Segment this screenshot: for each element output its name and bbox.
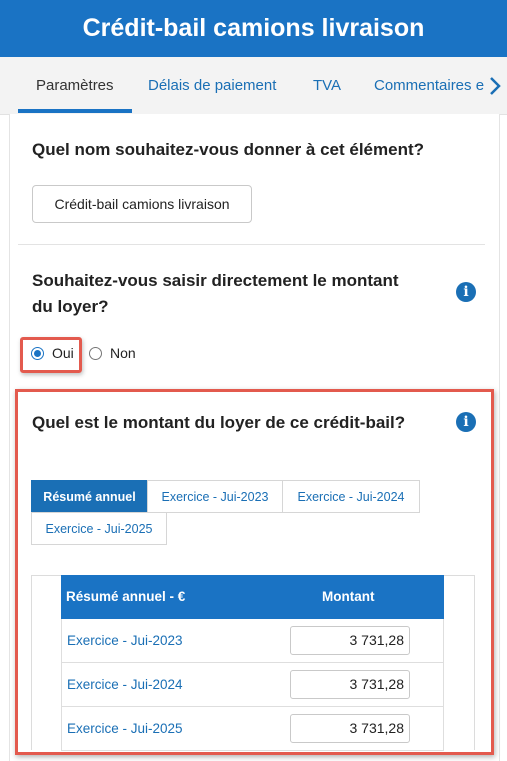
- tab-exercice-2023[interactable]: Exercice - Jui-2023: [147, 480, 283, 513]
- tab-tva[interactable]: TVA: [313, 77, 341, 94]
- tab-bar: Paramètres Délais de paiement TVA Commen…: [0, 57, 507, 115]
- table-header: Résumé annuel - € Montant: [61, 575, 444, 619]
- info-icon[interactable]: i: [456, 282, 476, 302]
- name-question: Quel nom souhaitez-vous donner à cet élé…: [32, 140, 425, 159]
- amount-input[interactable]: 3 731,28: [290, 626, 410, 655]
- table-row: Exercice - Jui-2025 3 731,28: [61, 707, 444, 751]
- tab-exercice-2024[interactable]: Exercice - Jui-2024: [282, 480, 420, 513]
- col-header-resume: Résumé annuel - €: [66, 589, 186, 604]
- radio-non-label: Non: [110, 345, 136, 361]
- table-row: Exercice - Jui-2024 3 731,28: [61, 663, 444, 707]
- element-name-field[interactable]: Crédit-bail camions livraison: [32, 185, 252, 223]
- amount-input[interactable]: 3 731,28: [290, 670, 410, 699]
- row-label: Exercice - Jui-2025: [67, 721, 183, 736]
- tab-delais-de-paiement[interactable]: Délais de paiement: [148, 77, 276, 94]
- tab-resume-annuel[interactable]: Résumé annuel: [31, 480, 148, 513]
- amount-input[interactable]: 3 731,28: [290, 714, 410, 743]
- row-label: Exercice - Jui-2024: [67, 677, 183, 692]
- tab-commentaires-label: Commentaires e: [374, 77, 485, 94]
- row-label: Exercice - Jui-2023: [67, 633, 183, 648]
- radio-oui-label: Oui: [52, 345, 74, 361]
- radio-oui[interactable]: [31, 347, 44, 360]
- page-title: Crédit-bail camions livraison: [82, 14, 425, 42]
- rent-direct-question-line1: Souhaitez-vous saisir directement le mon…: [32, 271, 399, 290]
- app-header: Crédit-bail camions livraison: [0, 0, 507, 57]
- info-icon[interactable]: i: [456, 412, 476, 432]
- rent-amount-question: Quel est le montant du loyer de ce crédi…: [32, 413, 406, 432]
- chevron-right-icon[interactable]: [486, 75, 504, 97]
- rent-table: Résumé annuel - € Montant Exercice - Jui…: [61, 575, 444, 751]
- rent-direct-question-line2: du loyer?: [32, 297, 109, 316]
- table-row: Exercice - Jui-2023 3 731,28: [61, 619, 444, 663]
- tab-parametres[interactable]: Paramètres: [36, 77, 114, 94]
- divider: [18, 244, 485, 245]
- radio-non[interactable]: [89, 347, 102, 360]
- col-header-montant: Montant: [322, 589, 375, 604]
- tab-exercice-2025[interactable]: Exercice - Jui-2025: [31, 512, 167, 545]
- active-tab-indicator: [18, 109, 132, 113]
- tab-commentaires[interactable]: Commentaires e: [374, 77, 486, 94]
